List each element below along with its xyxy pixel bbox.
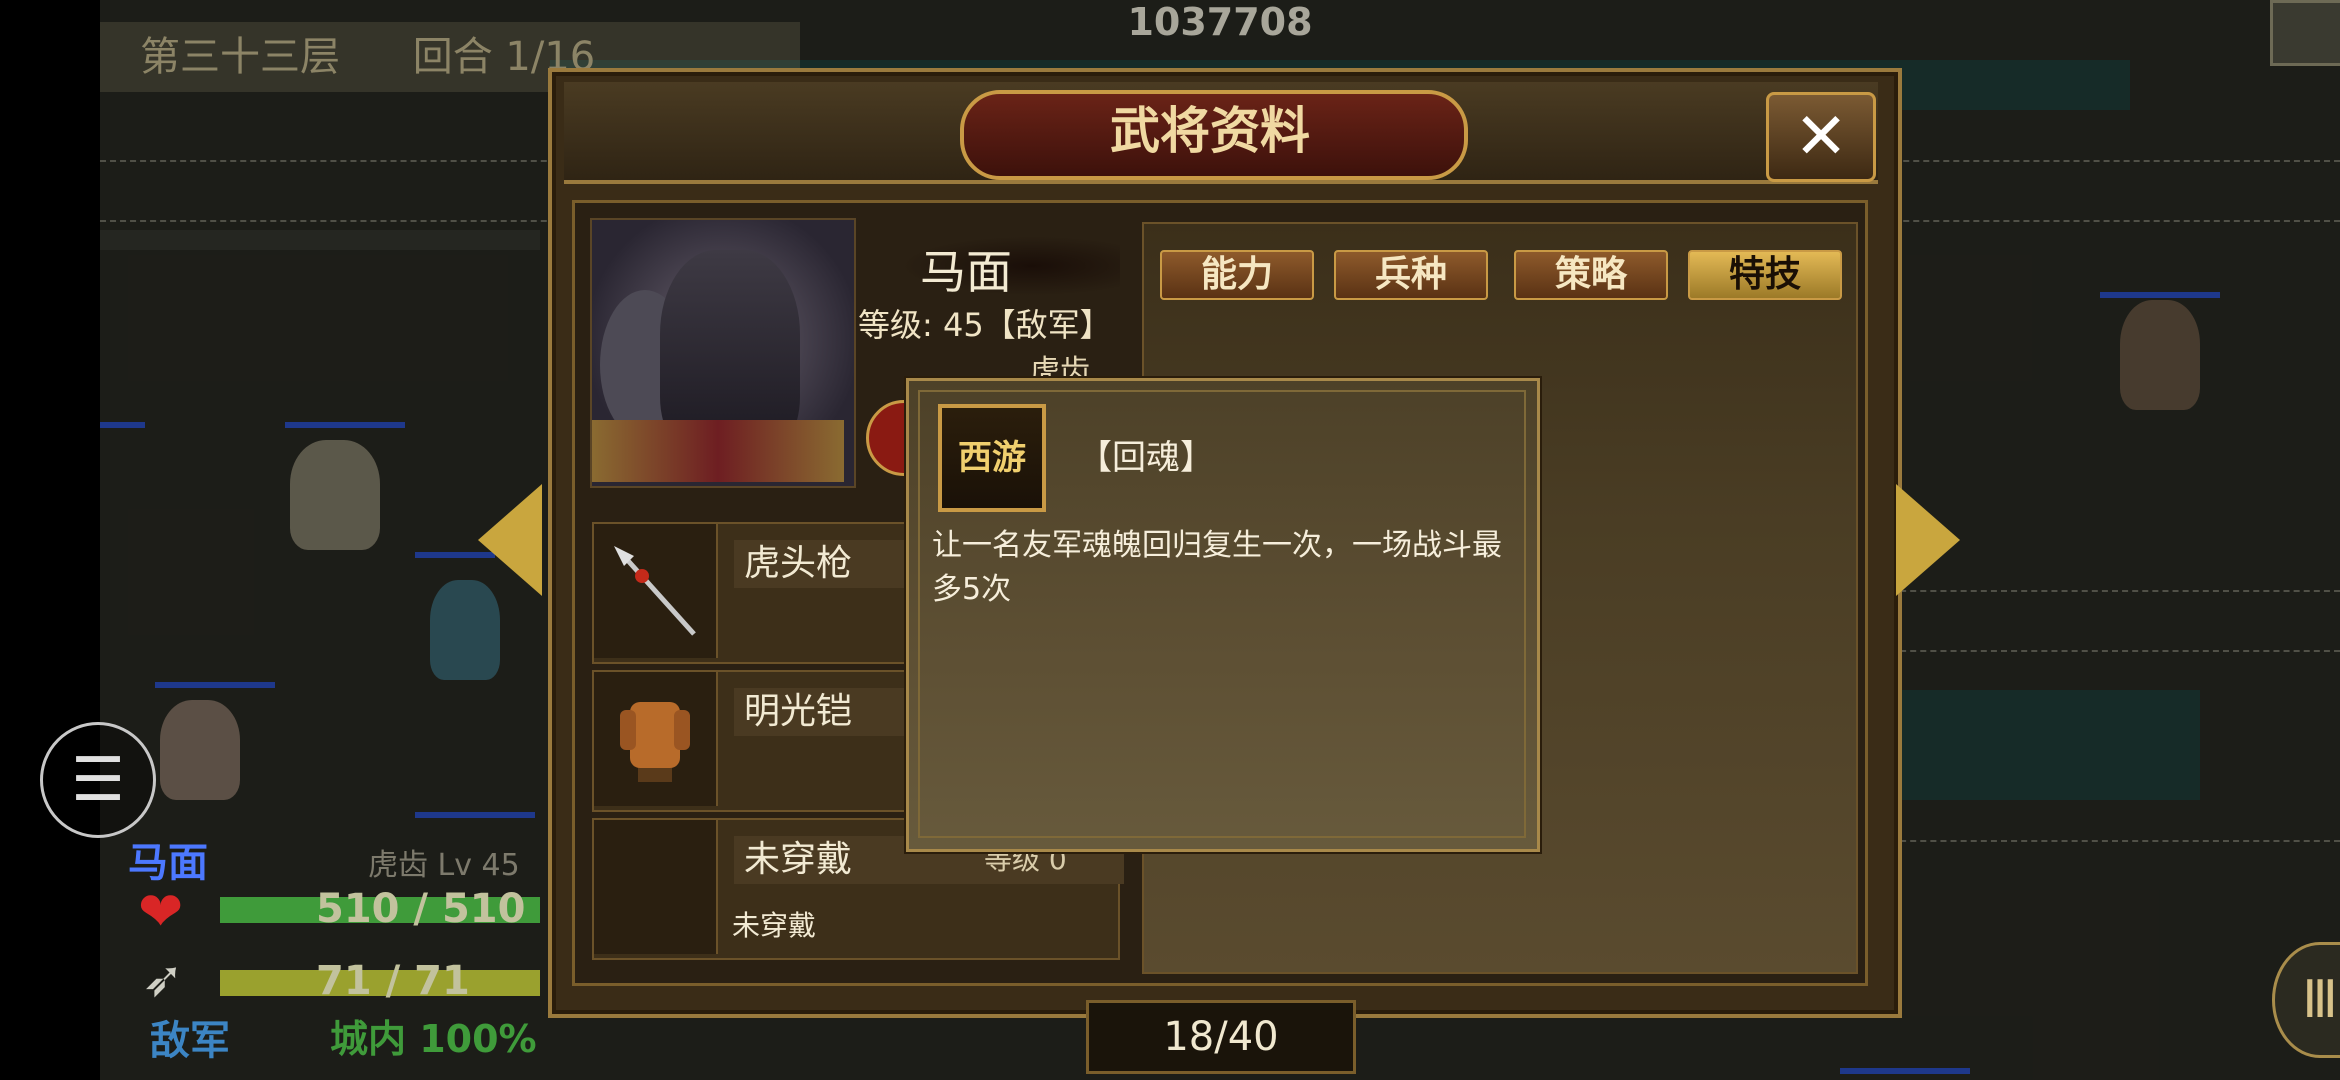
tab-troop-type[interactable]: 兵种 (1334, 250, 1488, 300)
skill-badge-text: 西游 (958, 438, 1026, 478)
hero-level: 等级: 45【敌军】 (858, 306, 1112, 344)
skill-badge: 西游 (938, 404, 1046, 512)
skill-description: 让一名友军魂魄回归复生一次，一场战斗最多5次 (932, 528, 1502, 607)
page-counter: 18/40 (1086, 1000, 1356, 1074)
prev-hero-arrow-icon[interactable] (478, 484, 542, 596)
heart-icon: ❤ (138, 880, 184, 943)
menu-button[interactable]: ☰ (40, 722, 156, 838)
hero-name: 马面 (920, 245, 1012, 299)
dialog-title: 武将资料 (1110, 102, 1310, 160)
portrait-armor (592, 420, 844, 482)
unit-class-level: 虎齿 Lv 45 (368, 848, 520, 883)
armor-icon (594, 672, 718, 806)
equipment-sub: 未穿戴 (732, 909, 817, 942)
skill-name: 【回魂】 (1078, 438, 1214, 478)
location-label: 城内 100% (330, 1017, 537, 1061)
close-icon: ✕ (1794, 100, 1848, 174)
score-display: 1037708 (1127, 0, 1313, 44)
side-label: 敌军 (150, 1018, 230, 1064)
hp-text: 510 / 510 (316, 886, 526, 932)
floor-label: 第三十三层 (140, 34, 340, 80)
next-hero-arrow-icon[interactable] (1896, 484, 1960, 596)
tab-ability[interactable]: 能力 (1160, 250, 1314, 300)
menu-icon: ☰ (71, 745, 125, 815)
tab-strategy[interactable]: 策略 (1514, 250, 1668, 300)
corner-frame (2270, 0, 2340, 66)
bars-icon: Ⅲ (2302, 970, 2338, 1030)
feather-icon: ➶ (142, 950, 184, 1008)
spear-icon (594, 524, 718, 658)
mp-text: 71 / 71 (316, 958, 470, 1004)
empty-slot-icon (594, 820, 718, 954)
close-button[interactable]: ✕ (1766, 92, 1876, 182)
tab-special-skill[interactable]: 特技 (1688, 250, 1842, 300)
